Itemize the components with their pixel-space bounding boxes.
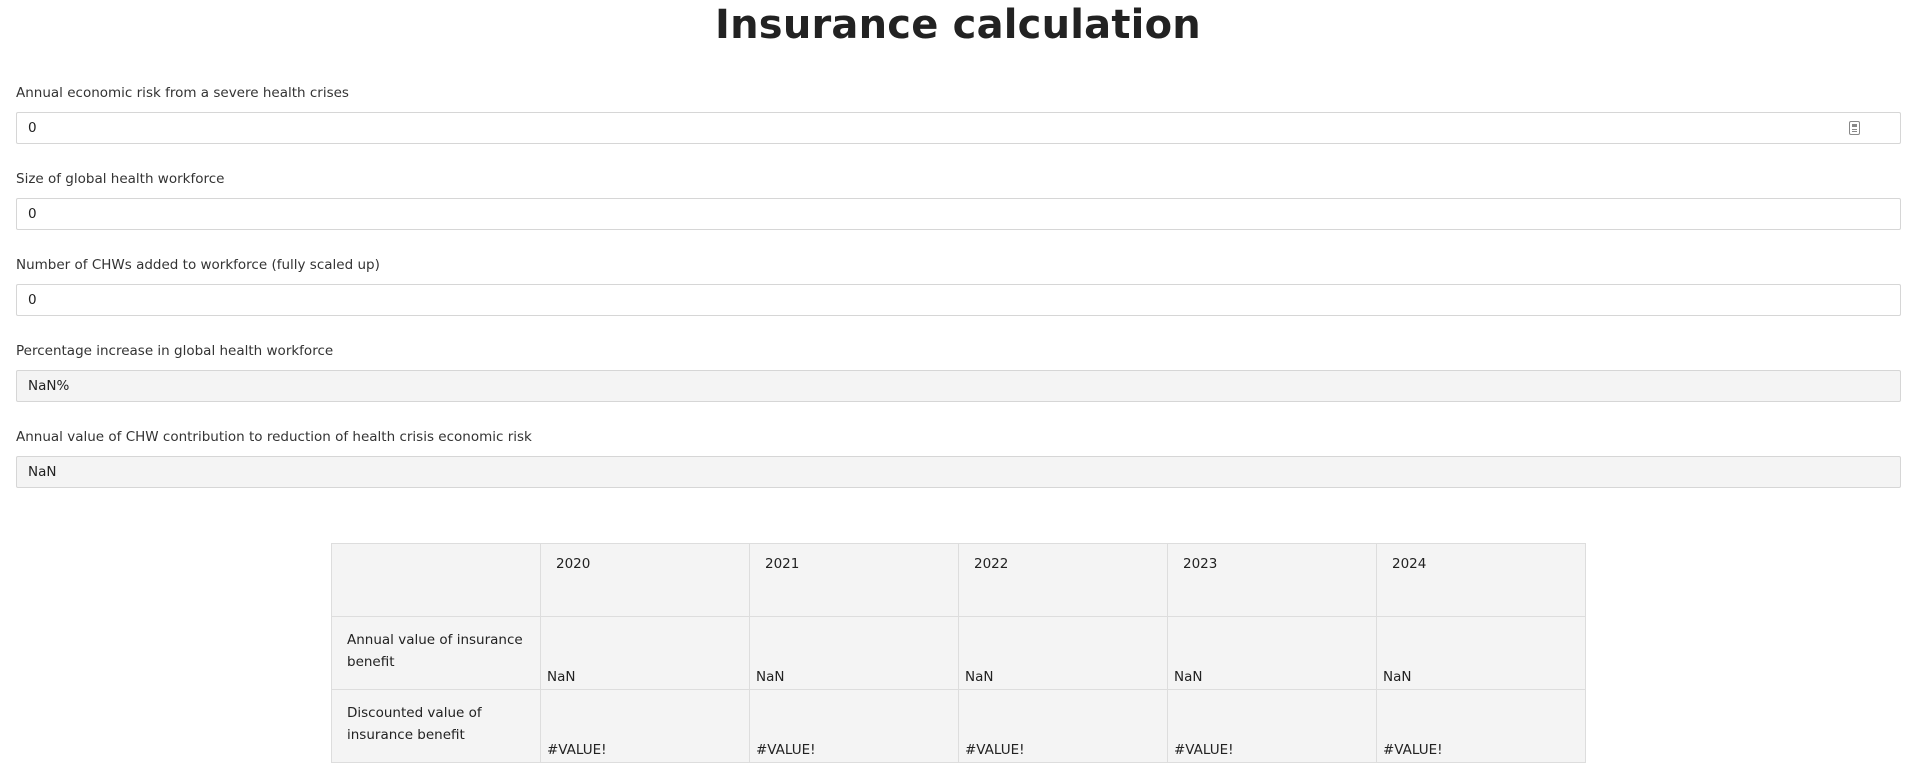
table-cell: #VALUE! [749, 689, 959, 763]
cell-value: #VALUE! [547, 742, 607, 758]
calculator-icon[interactable] [1849, 121, 1860, 135]
cell-value: NaN [547, 669, 576, 685]
table-cell: NaN [540, 616, 750, 690]
workforce-size-label: Size of global health workforce [16, 171, 225, 187]
annual-chw-value-output: NaN [16, 456, 1901, 488]
table-cell: NaN [1376, 616, 1586, 690]
year-header: 2023 [1167, 543, 1377, 617]
cell-value: #VALUE! [756, 742, 816, 758]
table-cell: NaN [958, 616, 1168, 690]
page-title: Insurance calculation [715, 2, 1201, 48]
cell-value: #VALUE! [1383, 742, 1443, 758]
table-cell: #VALUE! [540, 689, 750, 763]
year-header: 2020 [540, 543, 750, 617]
table-cell: NaN [1167, 616, 1377, 690]
workforce-size-input[interactable]: 0 [16, 198, 1901, 230]
cell-value: NaN [756, 669, 785, 685]
economic-risk-value: 0 [28, 120, 37, 136]
table-corner-cell [331, 543, 541, 617]
chws-added-value: 0 [28, 292, 37, 308]
cell-value: NaN [965, 669, 994, 685]
cell-value: #VALUE! [965, 742, 1025, 758]
chws-added-label: Number of CHWs added to workforce (fully… [16, 257, 380, 273]
workforce-size-value: 0 [28, 206, 37, 222]
year-header: 2022 [958, 543, 1168, 617]
annual-chw-value-label: Annual value of CHW contribution to redu… [16, 429, 532, 445]
cell-value: NaN [1383, 669, 1412, 685]
table-row: Discounted value of insurance benefit #V… [331, 689, 1586, 763]
table-header-row: 2020 2021 2022 2023 2024 [331, 543, 1586, 617]
table-cell: #VALUE! [958, 689, 1168, 763]
table-cell: #VALUE! [1167, 689, 1377, 763]
cell-value: #VALUE! [1174, 742, 1234, 758]
annual-chw-value-value: NaN [28, 464, 57, 480]
insurance-benefit-table: 2020 2021 2022 2023 2024 Annual value of… [331, 543, 1586, 763]
table-row: Annual value of insurance benefit NaN Na… [331, 616, 1586, 690]
year-header: 2024 [1376, 543, 1586, 617]
chws-added-input[interactable]: 0 [16, 284, 1901, 316]
table-cell: NaN [749, 616, 959, 690]
table-cell: #VALUE! [1376, 689, 1586, 763]
row-label-discounted-benefit: Discounted value of insurance benefit [331, 689, 541, 763]
economic-risk-input[interactable]: 0 [16, 112, 1901, 144]
year-header: 2021 [749, 543, 959, 617]
percentage-increase-value: NaN% [28, 378, 70, 394]
percentage-increase-label: Percentage increase in global health wor… [16, 343, 334, 359]
cell-value: NaN [1174, 669, 1203, 685]
row-label-annual-benefit: Annual value of insurance benefit [331, 616, 541, 690]
percentage-increase-output: NaN% [16, 370, 1901, 402]
economic-risk-label: Annual economic risk from a severe healt… [16, 85, 349, 101]
